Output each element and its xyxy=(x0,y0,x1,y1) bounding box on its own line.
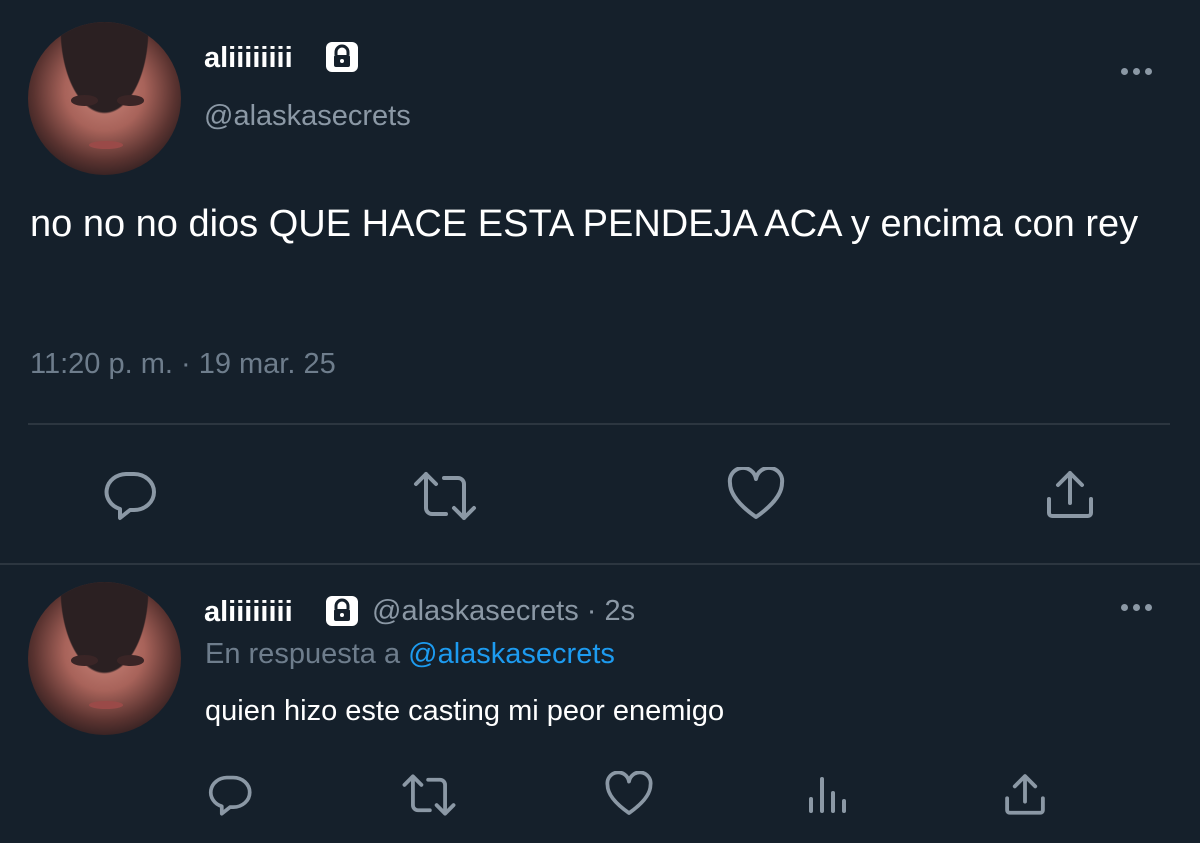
like-icon xyxy=(605,771,653,815)
more-options-icon[interactable] xyxy=(1121,68,1152,75)
share-button[interactable] xyxy=(1000,770,1050,818)
divider xyxy=(0,563,1200,565)
tweet-text: no no no dios QUE HACE ESTA PENDEJA ACA … xyxy=(30,203,1139,245)
tweet-thread: aliiiiiiii @alaskasecrets no no no dios … xyxy=(0,0,1200,843)
reply-button[interactable] xyxy=(205,770,255,818)
share-button[interactable] xyxy=(1040,466,1100,522)
share-icon xyxy=(1005,774,1045,815)
divider xyxy=(28,423,1170,425)
like-button[interactable] xyxy=(604,770,654,818)
lock-icon xyxy=(325,595,359,626)
analytics-icon xyxy=(809,777,846,813)
reply-button[interactable] xyxy=(100,466,160,522)
reply-prefix: En respuesta a xyxy=(205,638,401,670)
reply-text: quien hizo este casting mi peor enemigo xyxy=(205,695,725,727)
reply-mention-link[interactable]: @alaskasecrets xyxy=(408,638,615,670)
lock-icon xyxy=(325,41,359,72)
avatar[interactable] xyxy=(28,582,181,735)
retweet-button[interactable] xyxy=(400,772,458,818)
user-handle[interactable]: @alaskasecrets xyxy=(204,100,411,133)
analytics-button[interactable] xyxy=(804,772,850,818)
reply-icon xyxy=(208,775,252,816)
display-name[interactable]: aliiiiiiii xyxy=(204,596,293,629)
retweet-icon xyxy=(402,774,456,816)
more-options-icon[interactable] xyxy=(1121,604,1152,611)
share-icon xyxy=(1047,471,1093,518)
retweet-icon xyxy=(414,472,476,520)
like-icon xyxy=(727,467,785,519)
avatar[interactable] xyxy=(28,22,181,175)
tweet-timestamp[interactable]: 11:20 p. m. · 19 mar. 25 xyxy=(30,348,336,381)
reply-icon xyxy=(104,472,156,520)
reply-context: En respuesta a @alaskasecrets xyxy=(205,638,615,671)
user-handle-timestamp[interactable]: @alaskasecrets · 2s xyxy=(372,595,635,628)
display-name[interactable]: aliiiiiiii xyxy=(204,42,293,75)
like-button[interactable] xyxy=(726,466,786,522)
retweet-button[interactable] xyxy=(410,468,480,524)
